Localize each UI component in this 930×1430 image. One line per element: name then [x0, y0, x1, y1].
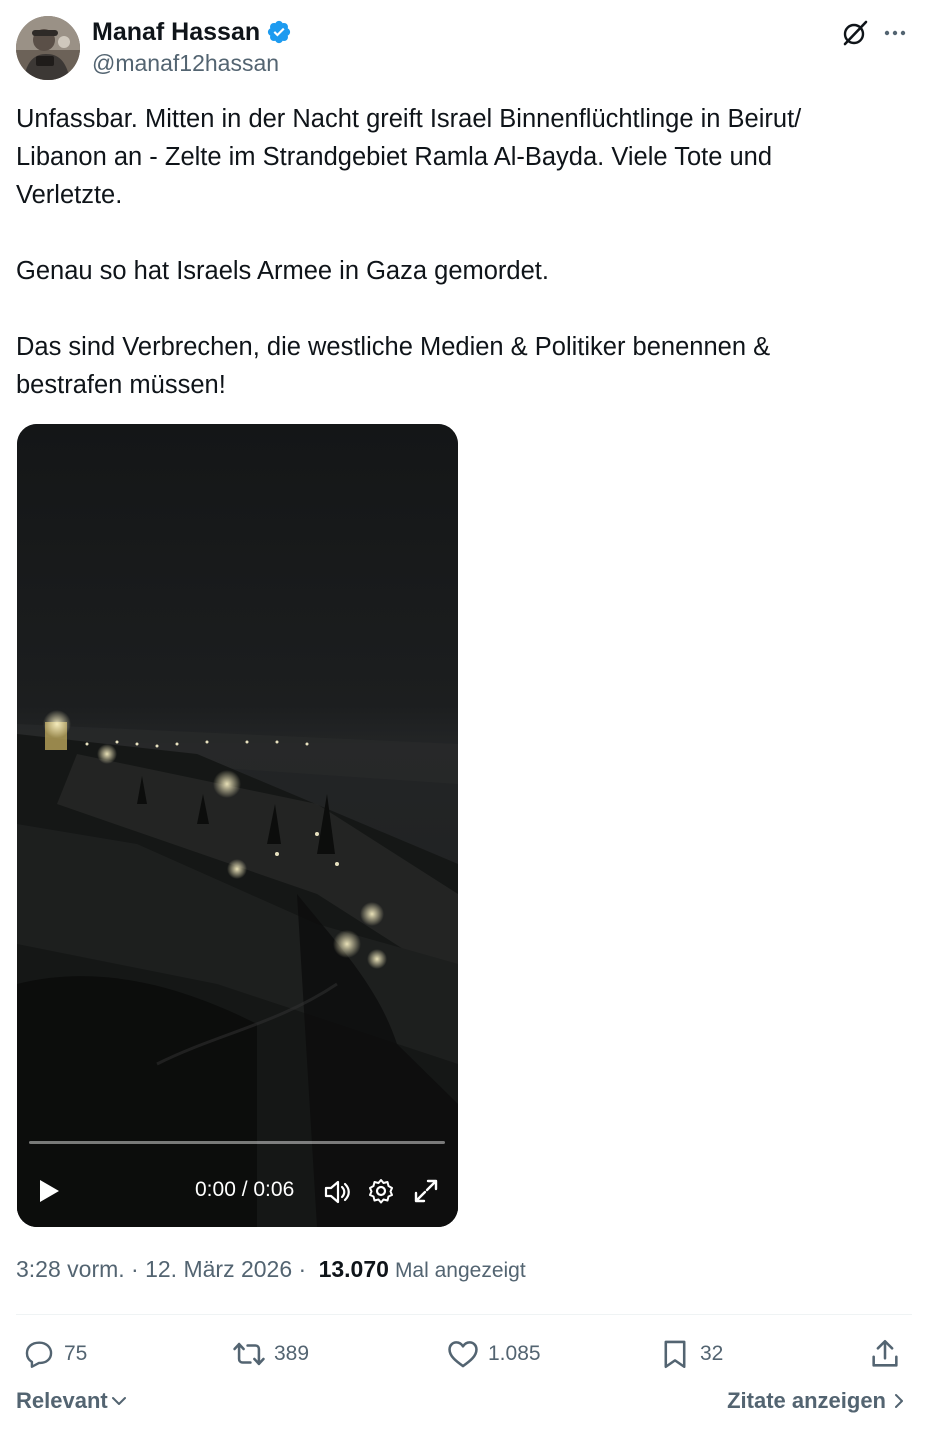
repost-icon [233, 1342, 265, 1366]
fullscreen-icon[interactable] [412, 1177, 440, 1205]
bookmark-count: 32 [700, 1342, 724, 1365]
settings-icon[interactable] [367, 1177, 395, 1205]
share-icon [872, 1339, 898, 1367]
sort-dropdown[interactable]: Relevant [16, 1388, 128, 1414]
chevron-right-icon [895, 1394, 903, 1408]
video-time: 0:00 / 0:06 [195, 1178, 295, 1201]
repost-count: 389 [274, 1342, 310, 1365]
video-player[interactable]: 0:00 / 0:06 [17, 424, 458, 1227]
timestamp[interactable]: 3:28 vorm. · 12. März 2026 · [16, 1256, 313, 1283]
reply-icon [25, 1341, 53, 1368]
more-icon[interactable] [880, 18, 910, 48]
play-icon[interactable] [33, 1176, 63, 1206]
grok-icon[interactable] [840, 18, 870, 48]
volume-icon[interactable] [322, 1177, 352, 1207]
reply-count: 75 [64, 1342, 88, 1365]
sort-label: Relevant [16, 1388, 108, 1413]
tweet-text: Unfassbar. Mitten in der Nacht greift Is… [16, 105, 802, 399]
reply-button[interactable]: 75 [22, 1336, 87, 1372]
tweet-meta: 3:28 vorm. · 12. März 2026 · 13.070 Mal … [16, 1256, 526, 1283]
chevron-down-icon [111, 1397, 126, 1405]
video-frame [17, 424, 458, 1227]
user-handle[interactable]: @manaf12hassan [92, 50, 279, 77]
quotes-label: Zitate anzeigen [727, 1388, 886, 1413]
video-progress-bar[interactable] [29, 1141, 445, 1144]
views-label: Mal angezeigt [394, 1259, 526, 1282]
like-button[interactable]: 1.085 [446, 1336, 541, 1372]
share-button[interactable] [868, 1336, 902, 1372]
bookmark-icon [664, 1340, 686, 1369]
avatar[interactable] [16, 16, 80, 80]
divider [16, 1314, 912, 1315]
verified-badge-icon [268, 20, 291, 44]
replies-footer: Relevant Zitate anzeigen [16, 1388, 908, 1420]
view-count: 13.070 [318, 1256, 389, 1282]
display-name[interactable]: Manaf Hassan [92, 18, 260, 47]
view-quotes-link[interactable]: Zitate anzeigen [727, 1388, 908, 1414]
tweet-header: Manaf Hassan @manaf12hassan [16, 16, 914, 80]
bookmark-button[interactable]: 32 [658, 1336, 723, 1372]
like-icon [448, 1341, 478, 1368]
action-bar: 75 389 1.085 32 [16, 1336, 912, 1372]
repost-button[interactable]: 389 [232, 1336, 309, 1372]
like-count: 1.085 [488, 1342, 541, 1365]
